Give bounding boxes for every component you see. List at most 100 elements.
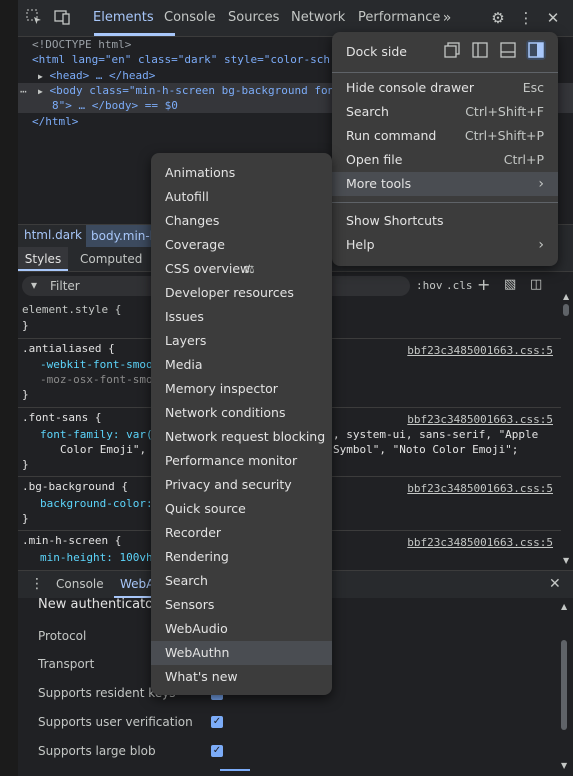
menu-item-label: Search bbox=[346, 104, 389, 119]
more-tools-item-label: Issues bbox=[165, 309, 204, 324]
more-tools-item[interactable]: Layers bbox=[151, 329, 332, 353]
menu-item-label: Help bbox=[346, 237, 375, 252]
drawer-tab-webauthn[interactable]: WebA bbox=[120, 577, 154, 591]
source-link[interactable]: bbf23c3485001663.css:5 bbox=[407, 481, 553, 497]
hov-toggle[interactable]: :hov bbox=[416, 279, 443, 292]
menu-item-show-shortcuts[interactable]: Show Shortcuts bbox=[332, 209, 558, 233]
more-tools-item-label: Memory inspector bbox=[165, 381, 278, 396]
drawer-tab-console[interactable]: Console bbox=[56, 577, 104, 591]
dock-right-icon[interactable] bbox=[526, 40, 546, 60]
more-tools-item[interactable]: Media bbox=[151, 353, 332, 377]
menu-item-shortcut: Ctrl+Shift+P bbox=[464, 128, 544, 143]
user-verification-checkbox[interactable]: ✓ bbox=[211, 716, 223, 728]
rule-prop: min-height: 100vh bbox=[40, 551, 153, 564]
expand-triangle-icon[interactable]: ▶ bbox=[38, 72, 43, 81]
drawer-scrollbar[interactable] bbox=[561, 640, 567, 730]
more-tools-item-label: Search bbox=[165, 573, 208, 588]
tab-console[interactable]: Console bbox=[164, 0, 216, 36]
menu-item-more-tools[interactable]: More tools › bbox=[332, 172, 558, 196]
menu-item-hide-console-drawer[interactable]: Hide console drawer Esc bbox=[332, 76, 558, 100]
menu-item-run-command[interactable]: Run command Ctrl+Shift+P bbox=[332, 124, 558, 148]
tab-computed[interactable]: Computed bbox=[80, 247, 142, 271]
html-open-line[interactable]: <html lang="en" class="dark" style="colo… bbox=[32, 52, 330, 68]
dock-left-icon[interactable] bbox=[472, 42, 488, 66]
drawer-scroll-up-icon[interactable]: ▲ bbox=[561, 602, 567, 611]
more-tools-item-label: Quick source bbox=[165, 501, 246, 516]
more-tools-item-label: CSS overview bbox=[165, 261, 251, 276]
more-tools-item-label: What's new bbox=[165, 669, 238, 684]
tab-network[interactable]: Network bbox=[291, 0, 345, 36]
sidebar-toggle-icon[interactable]: ◫ bbox=[530, 277, 542, 292]
user-verification-label: Supports user verification bbox=[38, 715, 193, 729]
new-authenticator-heading: New authenticator bbox=[38, 597, 159, 612]
more-tools-item[interactable]: Autofill bbox=[151, 185, 332, 209]
large-blob-checkbox[interactable]: ✓ bbox=[211, 745, 223, 757]
menu-item-search[interactable]: Search Ctrl+Shift+F bbox=[332, 100, 558, 124]
tab-performance[interactable]: Performance bbox=[358, 0, 440, 36]
inspect-element-icon[interactable] bbox=[24, 8, 44, 28]
dock-side-row: Dock side bbox=[332, 40, 558, 64]
source-link[interactable]: bbf23c3485001663.css:5 bbox=[407, 535, 553, 551]
filter-placeholder: Filter bbox=[50, 279, 80, 293]
more-tools-item[interactable]: What's new bbox=[151, 665, 332, 689]
more-tools-item[interactable]: Recorder bbox=[151, 521, 332, 545]
more-tools-item[interactable]: Search bbox=[151, 569, 332, 593]
paint-brush-icon[interactable]: ▧ bbox=[504, 277, 516, 292]
rule-close: } bbox=[22, 319, 29, 332]
menu-item-open-file[interactable]: Open file Ctrl+P bbox=[332, 148, 558, 172]
menu-item-help[interactable]: Help › bbox=[332, 233, 558, 257]
new-rule-icon[interactable]: + bbox=[477, 275, 490, 294]
close-icon[interactable]: ✕ bbox=[543, 8, 563, 28]
drawer-scroll-down-icon[interactable]: ▼ bbox=[561, 761, 567, 770]
more-tools-item[interactable]: Privacy and security bbox=[151, 473, 332, 497]
more-tools-item[interactable]: Animations bbox=[151, 161, 332, 185]
body-node-text: <body class="min-h-screen bg-background … bbox=[49, 84, 335, 97]
more-tools-item[interactable]: Changes bbox=[151, 209, 332, 233]
left-edge bbox=[0, 0, 18, 776]
device-toolbar-icon[interactable] bbox=[52, 8, 72, 28]
more-tools-item[interactable]: Network request blocking bbox=[151, 425, 332, 449]
cls-toggle[interactable]: .cls bbox=[446, 279, 473, 292]
rule-selector: .antialiased { bbox=[22, 342, 115, 355]
drawer-menu-icon[interactable]: ⋮ bbox=[30, 576, 44, 592]
more-tools-item-label: Network request blocking bbox=[165, 429, 326, 444]
undock-icon[interactable] bbox=[444, 42, 460, 66]
dock-bottom-icon[interactable] bbox=[500, 42, 516, 66]
tab-sources[interactable]: Sources bbox=[228, 0, 279, 36]
more-tools-item-label: Coverage bbox=[165, 237, 225, 252]
more-tools-item[interactable]: Rendering bbox=[151, 545, 332, 569]
styles-scrollbar[interactable] bbox=[563, 304, 569, 316]
expand-triangle-icon[interactable]: ▶ bbox=[38, 87, 43, 96]
more-tools-item[interactable]: Network conditions bbox=[151, 401, 332, 425]
breadcrumb-html[interactable]: html.dark bbox=[24, 228, 82, 242]
more-tools-item[interactable]: WebAudio bbox=[151, 617, 332, 641]
more-tools-item[interactable]: Issues bbox=[151, 305, 332, 329]
more-tools-item[interactable]: CSS overview ⚖ bbox=[151, 257, 332, 281]
more-tools-submenu: Animations Autofill Changes Coverage CSS ove… bbox=[151, 153, 332, 695]
node-menu-dots-icon[interactable]: ⋯ bbox=[20, 84, 27, 100]
more-tools-item[interactable]: Sensors bbox=[151, 593, 332, 617]
more-tools-item-label: WebAuthn bbox=[165, 645, 230, 660]
more-tools-item[interactable]: Performance monitor bbox=[151, 449, 332, 473]
chevron-double-right-icon[interactable]: » bbox=[437, 8, 457, 28]
tab-elements[interactable]: Elements bbox=[93, 0, 154, 36]
kebab-menu-icon[interactable]: ⋮ bbox=[516, 8, 536, 28]
scroll-up-icon[interactable]: ▲ bbox=[563, 292, 569, 301]
gear-icon[interactable]: ⚙ bbox=[488, 8, 508, 28]
menu-item-shortcut: Ctrl+P bbox=[503, 152, 544, 167]
scroll-down-icon[interactable]: ▼ bbox=[563, 556, 569, 565]
menu-divider bbox=[332, 202, 558, 203]
more-tools-item[interactable]: Memory inspector bbox=[151, 377, 332, 401]
more-tools-item-label: Autofill bbox=[165, 189, 209, 204]
rule-prop: -webkit-font-smoo bbox=[40, 358, 153, 371]
drawer-close-icon[interactable]: ✕ bbox=[549, 576, 561, 592]
more-tools-item[interactable]: WebAuthn bbox=[151, 641, 332, 665]
rule-prop: background-color: bbox=[40, 497, 153, 510]
more-tools-item[interactable]: Quick source bbox=[151, 497, 332, 521]
menu-divider bbox=[332, 72, 558, 73]
source-link[interactable]: bbf23c3485001663.css:5 bbox=[407, 412, 553, 428]
more-tools-item[interactable]: Coverage bbox=[151, 233, 332, 257]
tab-styles[interactable]: Styles bbox=[18, 247, 68, 271]
more-tools-item[interactable]: Developer resources bbox=[151, 281, 332, 305]
source-link[interactable]: bbf23c3485001663.css:5 bbox=[407, 343, 553, 359]
